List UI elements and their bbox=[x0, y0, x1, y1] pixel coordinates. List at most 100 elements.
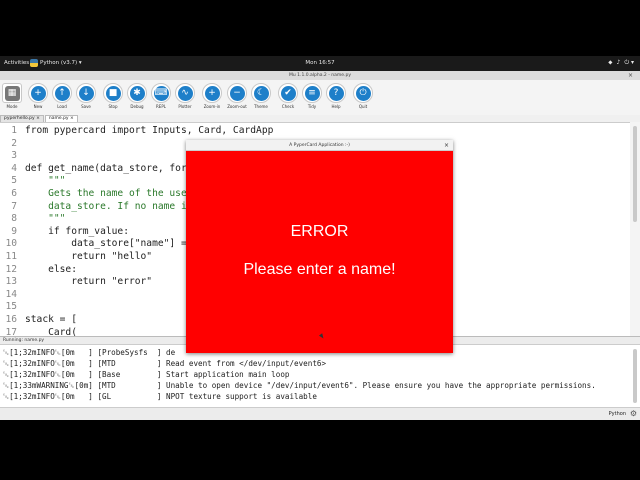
file-tabs: pyperhello.py × name.py × bbox=[0, 115, 79, 122]
tab-pyperhello[interactable]: pyperhello.py × bbox=[0, 115, 44, 122]
plotter-icon: ∿ bbox=[177, 85, 193, 101]
code-text: if form_value: bbox=[25, 225, 129, 237]
load-icon: ↑ bbox=[54, 85, 70, 101]
theme-button[interactable]: ☾ Theme bbox=[250, 83, 272, 109]
app-close-button[interactable]: × bbox=[444, 140, 449, 151]
code-text: data_store["name"] = bbox=[25, 238, 187, 250]
clock[interactable]: Mon 16:57 bbox=[0, 60, 640, 66]
system-status-area[interactable]: ⬥ ♪ ⏻ ▾ bbox=[608, 59, 634, 67]
line-number: 3 bbox=[11, 150, 17, 162]
keyboard-icon: ⌨ bbox=[153, 85, 169, 101]
editor-scrollbar[interactable] bbox=[630, 122, 640, 336]
thumbs-up-icon: ✔ bbox=[280, 85, 296, 101]
console-scrollbar[interactable] bbox=[633, 349, 637, 403]
line-number: 16 bbox=[5, 314, 17, 325]
line-number: 7 bbox=[11, 200, 17, 212]
line-number: 6 bbox=[11, 188, 17, 199]
error-message: Please enter a name! bbox=[243, 261, 396, 278]
line-number: 4 bbox=[11, 162, 17, 174]
check-button[interactable]: ✔ Check bbox=[277, 83, 299, 109]
line-number: 2 bbox=[11, 137, 17, 149]
code-line: 17 Card( bbox=[0, 327, 77, 336]
console-line: ␛[1;33mWARNING␛[0m] [MTD ] Unable to ope… bbox=[3, 381, 596, 390]
console-line: ␛[1;32mINFO␛[0m ] [GL ] NPOT texture sup… bbox=[3, 392, 317, 401]
theme-label: Theme bbox=[254, 104, 268, 109]
tidy-label: Tidy bbox=[307, 104, 317, 109]
load-button[interactable]: ↑ Load bbox=[51, 83, 73, 109]
code-text: """ bbox=[25, 213, 66, 225]
code-line: 6 Gets the name of the use bbox=[0, 188, 187, 201]
gnome-top-bar: Activities Python (v3.7) ▾ Mon 16:57 ⬥ ♪… bbox=[0, 56, 640, 71]
app-window-title: A PyperCard Application :-) bbox=[289, 143, 350, 148]
code-line: 7 data_store. If no name i bbox=[0, 201, 187, 214]
code-line: 3 bbox=[0, 150, 25, 163]
code-line: 13 return "error" bbox=[0, 276, 152, 289]
debug-icon: ✱ bbox=[129, 85, 145, 101]
code-line: 11 return "hello" bbox=[0, 251, 152, 264]
help-button[interactable]: ? Help bbox=[325, 83, 347, 109]
repl-button[interactable]: ⌨ REPL bbox=[150, 83, 172, 109]
mouse-cursor-icon bbox=[318, 333, 326, 340]
code-line: 10 data_store["name"] = bbox=[0, 238, 187, 251]
zoom-in-label: Zoom-in bbox=[203, 104, 221, 109]
line-number: 9 bbox=[11, 225, 17, 237]
power-menu-icon: ⏻ ▾ bbox=[624, 59, 634, 66]
code-text: """ bbox=[25, 175, 66, 187]
editor-scrollbar-thumb[interactable] bbox=[633, 126, 637, 222]
mode-label: Mode bbox=[6, 104, 18, 109]
code-line: 9 if form_value: bbox=[0, 226, 129, 239]
quit-button[interactable]: ⏻ Quit bbox=[352, 83, 374, 109]
new-label: New bbox=[33, 104, 43, 109]
repl-label: REPL bbox=[156, 104, 166, 109]
code-line: 8 """ bbox=[0, 213, 65, 226]
code-line: 15 bbox=[0, 301, 25, 314]
save-button[interactable]: ↓ Save bbox=[75, 83, 97, 109]
network-icon: ⬥ bbox=[608, 59, 613, 66]
mode-button[interactable]: ▦ Mode bbox=[1, 83, 23, 109]
power-icon: ⏻ bbox=[355, 85, 371, 101]
save-icon: ↓ bbox=[78, 85, 94, 101]
line-number: 1 bbox=[11, 125, 17, 136]
line-number: 17 bbox=[5, 326, 17, 336]
code-line: 5 """ bbox=[0, 175, 65, 188]
help-icon: ? bbox=[328, 85, 344, 101]
zoom-out-label: Zoom-out bbox=[227, 104, 247, 109]
plotter-button[interactable]: ∿ Plotter bbox=[174, 83, 196, 109]
new-button[interactable]: + New bbox=[27, 83, 49, 109]
code-text: else: bbox=[25, 263, 77, 275]
mu-window-title: Mu 1.1.0.alpha.2 - name.py bbox=[288, 73, 351, 78]
console-line: ␛[1;32mINFO␛[0m ] [MTD ] Read event from… bbox=[3, 359, 327, 368]
zoom-out-icon: − bbox=[229, 85, 245, 101]
mu-close-button[interactable]: × bbox=[628, 71, 633, 80]
debug-label: Debug bbox=[130, 104, 144, 109]
code-text: def get_name(data_store, for bbox=[25, 162, 187, 174]
output-console[interactable]: ␛[1;32mINFO␛[0m ] [ProbeSysfs ] de ␛[1;3… bbox=[0, 344, 640, 407]
zoom-in-icon: + bbox=[204, 85, 220, 101]
stop-button[interactable]: ■ Stop bbox=[102, 83, 124, 109]
tidy-button[interactable]: ≡ Tidy bbox=[301, 83, 323, 109]
console-line: ␛[1;32mINFO␛[0m ] [ProbeSysfs ] de bbox=[3, 348, 176, 357]
line-number: 12 bbox=[5, 263, 17, 275]
code-line: 2 bbox=[0, 138, 25, 151]
stop-icon: ■ bbox=[105, 85, 121, 101]
save-label: Save bbox=[81, 104, 91, 109]
help-label: Help bbox=[331, 104, 341, 109]
zoom-out-button[interactable]: − Zoom-out bbox=[226, 83, 248, 109]
mode-icon: ▦ bbox=[4, 85, 20, 101]
debug-button[interactable]: ✱ Debug bbox=[126, 83, 148, 109]
line-number: 14 bbox=[5, 288, 17, 300]
tab-name-py[interactable]: name.py × bbox=[44, 115, 78, 122]
volume-icon: ♪ bbox=[616, 59, 621, 66]
code-line: 12 else: bbox=[0, 264, 77, 277]
plotter-label: Plotter bbox=[178, 104, 192, 109]
code-text: data_store. If no name i bbox=[25, 200, 187, 212]
zoom-in-button[interactable]: + Zoom-in bbox=[201, 83, 223, 109]
code-text: stack = [ bbox=[25, 314, 77, 325]
error-heading: ERROR bbox=[290, 223, 349, 240]
code-text: Gets the name of the use bbox=[25, 188, 187, 199]
line-number: 13 bbox=[5, 276, 17, 288]
code-text: Card( bbox=[25, 326, 77, 336]
gear-icon[interactable]: ⚙ bbox=[630, 409, 637, 418]
toolbar: ▦ Mode + New ↑ Load ↓ Save ■ Stop ✱ Debu… bbox=[0, 80, 640, 115]
code-line: 4 def get_name(data_store, for bbox=[0, 163, 187, 176]
